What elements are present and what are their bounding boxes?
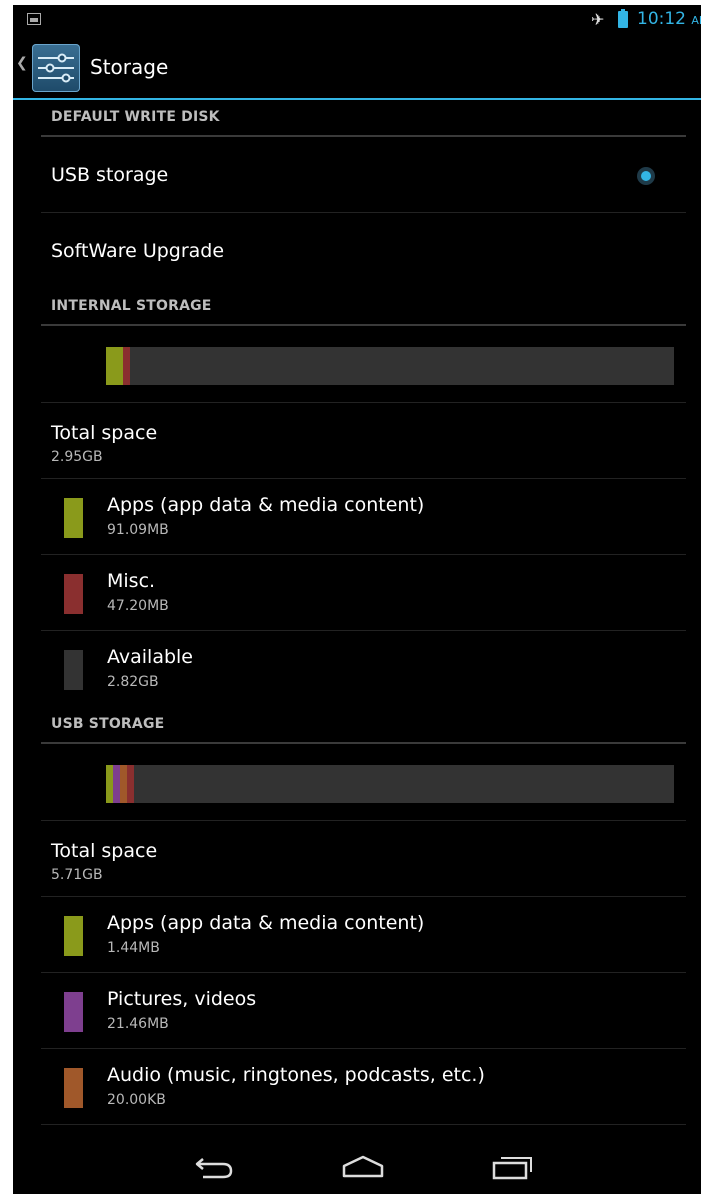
item-value: 21.46MB <box>107 1016 169 1032</box>
software-upgrade-item[interactable]: SoftWare Upgrade <box>41 213 686 289</box>
color-swatch <box>64 992 83 1032</box>
usb-apps-item[interactable]: Apps (app data & media content) 1.44MB <box>41 897 686 973</box>
page-title: Storage <box>90 55 169 79</box>
item-label: Pictures, videos <box>107 988 257 1010</box>
usage-segment-misc <box>123 347 130 385</box>
usb-total-space[interactable]: Total space 5.71GB <box>41 821 686 897</box>
back-icon[interactable] <box>193 1154 237 1180</box>
usb-storage-option[interactable]: USB storage <box>41 137 686 213</box>
item-label: Misc. <box>107 570 156 592</box>
total-space-label: Total space <box>51 422 158 444</box>
item-label: Apps (app data & media content) <box>107 494 425 516</box>
color-swatch <box>64 1068 83 1108</box>
usage-segment-pictures <box>113 765 120 803</box>
clock: 10:12 AM <box>637 9 701 29</box>
recent-apps-icon[interactable] <box>491 1154 535 1180</box>
usb-pictures-item[interactable]: Pictures, videos 21.46MB <box>41 973 686 1049</box>
software-upgrade-label: SoftWare Upgrade <box>51 240 225 262</box>
usb-usage-bar-row <box>41 744 686 821</box>
item-value: 2.82GB <box>107 674 159 690</box>
radio-selected[interactable] <box>637 167 655 185</box>
usb-audio-item[interactable]: Audio (music, ringtones, podcasts, etc.)… <box>41 1049 686 1125</box>
item-value: 91.09MB <box>107 522 169 538</box>
usb-usage-bar <box>106 765 674 803</box>
item-value: 1.44MB <box>107 940 160 956</box>
screen: ✈ 10:12 AM ❮ Storage DEFAULT WRITE DISK … <box>13 5 701 1194</box>
internal-usage-bar-row <box>41 326 686 403</box>
total-space-label: Total space <box>51 840 158 862</box>
color-swatch <box>64 650 83 690</box>
battery-icon <box>618 9 628 28</box>
color-swatch <box>64 498 83 538</box>
section-header-internal-storage: INTERNAL STORAGE <box>41 289 686 326</box>
total-space-value: 5.71GB <box>51 867 103 883</box>
internal-usage-bar <box>106 347 674 385</box>
color-swatch <box>64 574 83 614</box>
internal-available-item[interactable]: Available 2.82GB <box>41 631 686 707</box>
usage-segment-apps <box>106 347 123 385</box>
usage-segment-misc <box>127 765 134 803</box>
image-notification-icon <box>27 13 41 25</box>
settings-sliders-icon[interactable] <box>32 44 80 92</box>
up-caret-icon[interactable]: ❮ <box>16 55 28 71</box>
item-label: Apps (app data & media content) <box>107 912 425 934</box>
item-label: Available <box>107 646 194 668</box>
option-label: USB storage <box>51 164 169 186</box>
action-bar: ❮ Storage <box>13 35 701 100</box>
section-header-default-write-disk: DEFAULT WRITE DISK <box>41 100 686 137</box>
internal-total-space[interactable]: Total space 2.95GB <box>41 403 686 479</box>
home-icon[interactable] <box>341 1154 385 1180</box>
navigation-bar <box>13 1139 701 1194</box>
internal-misc-item[interactable]: Misc. 47.20MB <box>41 555 686 631</box>
item-value: 20.00KB <box>107 1092 166 1108</box>
usage-segment-apps <box>106 765 113 803</box>
item-label: Audio (music, ringtones, podcasts, etc.) <box>107 1064 485 1086</box>
usage-segment-audio <box>120 765 127 803</box>
color-swatch <box>64 916 83 956</box>
total-space-value: 2.95GB <box>51 449 103 465</box>
airplane-mode-icon: ✈ <box>591 10 605 29</box>
section-header-usb-storage: USB STORAGE <box>41 707 686 744</box>
status-bar: ✈ 10:12 AM <box>13 5 701 35</box>
item-value: 47.20MB <box>107 598 169 614</box>
internal-apps-item[interactable]: Apps (app data & media content) 91.09MB <box>41 479 686 555</box>
